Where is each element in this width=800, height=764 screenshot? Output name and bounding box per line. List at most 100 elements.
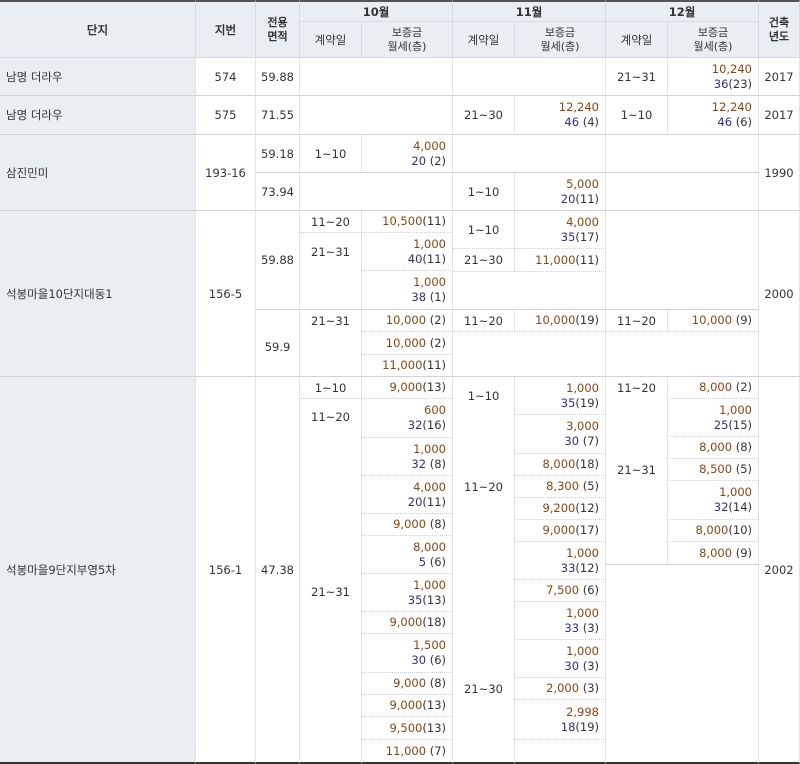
- deal-cell: 1,000 38 (1): [362, 271, 453, 310]
- deal-line: 7,500 (6): [515, 583, 599, 598]
- deal-cell: 1,000 35(13): [362, 574, 453, 612]
- rent-line: 32 (8): [362, 457, 446, 472]
- rent-line: 5 (6): [362, 555, 446, 570]
- floor-value: (13): [422, 720, 446, 735]
- floor-value: (19): [575, 313, 599, 327]
- deal-line: 9,000(13): [362, 380, 446, 395]
- floor-value: (13): [422, 592, 446, 607]
- build-year: 2000: [759, 211, 800, 377]
- contract-day: 11~20: [300, 211, 362, 233]
- deposit-value: 11,000: [385, 743, 427, 758]
- deal-cell: 10,500(11): [362, 211, 453, 233]
- build-year: 2017: [759, 96, 800, 135]
- rent-line: 20(11): [515, 192, 599, 207]
- floor-value: (3): [582, 658, 599, 673]
- contract-day: 1~10: [453, 173, 515, 211]
- rent-line: 18(19): [515, 720, 599, 735]
- deposit-value: 9,200: [542, 501, 576, 515]
- build-year: 2002: [759, 377, 800, 764]
- contract-day: 21~31: [300, 310, 362, 377]
- deposit-value: 600: [424, 403, 446, 417]
- contract-day: 11~20: [606, 377, 668, 459]
- deposit-value: 4,000: [413, 138, 446, 153]
- deposit-value: 9,000: [542, 523, 576, 537]
- floor-value: (11): [422, 494, 446, 509]
- deal-cell: 9,000 (8): [362, 514, 453, 536]
- contract-day: 1~10: [300, 377, 362, 399]
- deposit-value: 8,000: [699, 545, 733, 560]
- floor-value: (8): [735, 440, 752, 454]
- deal-cell: 2,000 (3): [515, 678, 606, 700]
- deal-cell: 12,240 46 (4): [515, 96, 606, 135]
- deal-line: 10,000 (2): [362, 336, 446, 351]
- deal-cell: 1,000 32 (8): [362, 438, 453, 476]
- lot-number: 193-16: [196, 135, 256, 211]
- contract-day: 21~31: [300, 233, 362, 310]
- deposit-value: 9,000: [393, 517, 427, 531]
- deposit-value: 1,000: [413, 577, 446, 592]
- rent-value: 46: [564, 115, 580, 129]
- deposit-value: 10,500: [382, 214, 423, 228]
- floor-value: (7): [429, 743, 446, 758]
- deal-line: 9,000 (8): [362, 517, 446, 532]
- empty-cell: [606, 211, 759, 310]
- rent-value: 32: [407, 418, 423, 432]
- deal-cell: 4,000 20(11): [362, 476, 453, 514]
- rent-value: 46: [717, 115, 733, 129]
- deal-cell: 10,000 (2): [362, 332, 453, 355]
- floor-value: (9): [735, 545, 752, 560]
- deal-cell: 2,998 18(19): [515, 700, 606, 740]
- floor-value: (2): [429, 313, 446, 327]
- rent-value: 20: [411, 153, 427, 168]
- lot-number: 574: [196, 58, 256, 96]
- floor-value: (17): [575, 523, 599, 537]
- complex-name: 석봉마을9단지부영5차: [0, 377, 196, 764]
- rent-line: 20 (2): [362, 154, 446, 169]
- deal-cell: 8,000 (8): [668, 437, 759, 459]
- rent-value: 30: [564, 658, 580, 673]
- contract-day: 11~20: [453, 310, 515, 332]
- floor-value: (1): [429, 290, 446, 304]
- header-area-line1: 전용: [267, 15, 288, 29]
- deal-line: 9,000(13): [362, 698, 446, 713]
- deposit-value: 1,000: [566, 545, 599, 560]
- area-value: 59.88: [256, 211, 300, 310]
- deal-line: 8,300 (5): [515, 479, 599, 494]
- deal-cell: 3,000 30 (7): [515, 415, 606, 454]
- floor-value: (6): [735, 115, 752, 129]
- area-value: 59.18: [256, 135, 300, 173]
- header-deposit-rent: 보증금 월세(층): [362, 22, 453, 58]
- deposit-value: 3,000: [566, 419, 599, 433]
- deal-cell: 8,000(18): [515, 454, 606, 476]
- rent-value: 5: [418, 554, 427, 569]
- deal-cell: 1,000 33 (3): [515, 602, 606, 640]
- deposit-value: 9,000: [389, 380, 423, 394]
- header-area-line2: 면적: [267, 29, 288, 43]
- header-lot: 지번: [196, 0, 256, 58]
- floor-value: (23): [728, 76, 752, 91]
- rent-value: 32: [713, 500, 729, 514]
- deal-cell: 10,240 36(23): [668, 58, 759, 96]
- build-year: 2017: [759, 58, 800, 96]
- deal-line: 9,000(17): [515, 523, 599, 538]
- deal-cell: 9,000(18): [362, 612, 453, 634]
- deal-cell: 1,000 35(19): [515, 377, 606, 415]
- contract-day: 11~20: [606, 310, 668, 332]
- deal-cell: 1,000 30 (3): [515, 640, 606, 678]
- deposit-value: 8,000: [413, 539, 446, 554]
- deal-cell: 8,500 (5): [668, 459, 759, 481]
- deal-cell: 11,000 (7): [362, 740, 453, 764]
- deposit-value: 10,000: [385, 335, 427, 350]
- deal-line: 9,000 (8): [362, 676, 446, 691]
- floor-value: (16): [422, 418, 446, 432]
- deal-cell: 10,000(19): [515, 310, 606, 332]
- rent-line: 20(11): [362, 495, 446, 510]
- area-value: 47.38: [256, 377, 300, 764]
- deal-line: 8,000(10): [668, 523, 752, 538]
- deposit-value: 9,000: [389, 698, 423, 712]
- rent-line: 33 (3): [515, 621, 599, 636]
- contract-day: 21~30: [453, 675, 515, 764]
- deal-line: 10,500(11): [362, 214, 446, 229]
- rent-value: 20: [407, 494, 423, 509]
- deposit-value: 1,000: [719, 402, 752, 417]
